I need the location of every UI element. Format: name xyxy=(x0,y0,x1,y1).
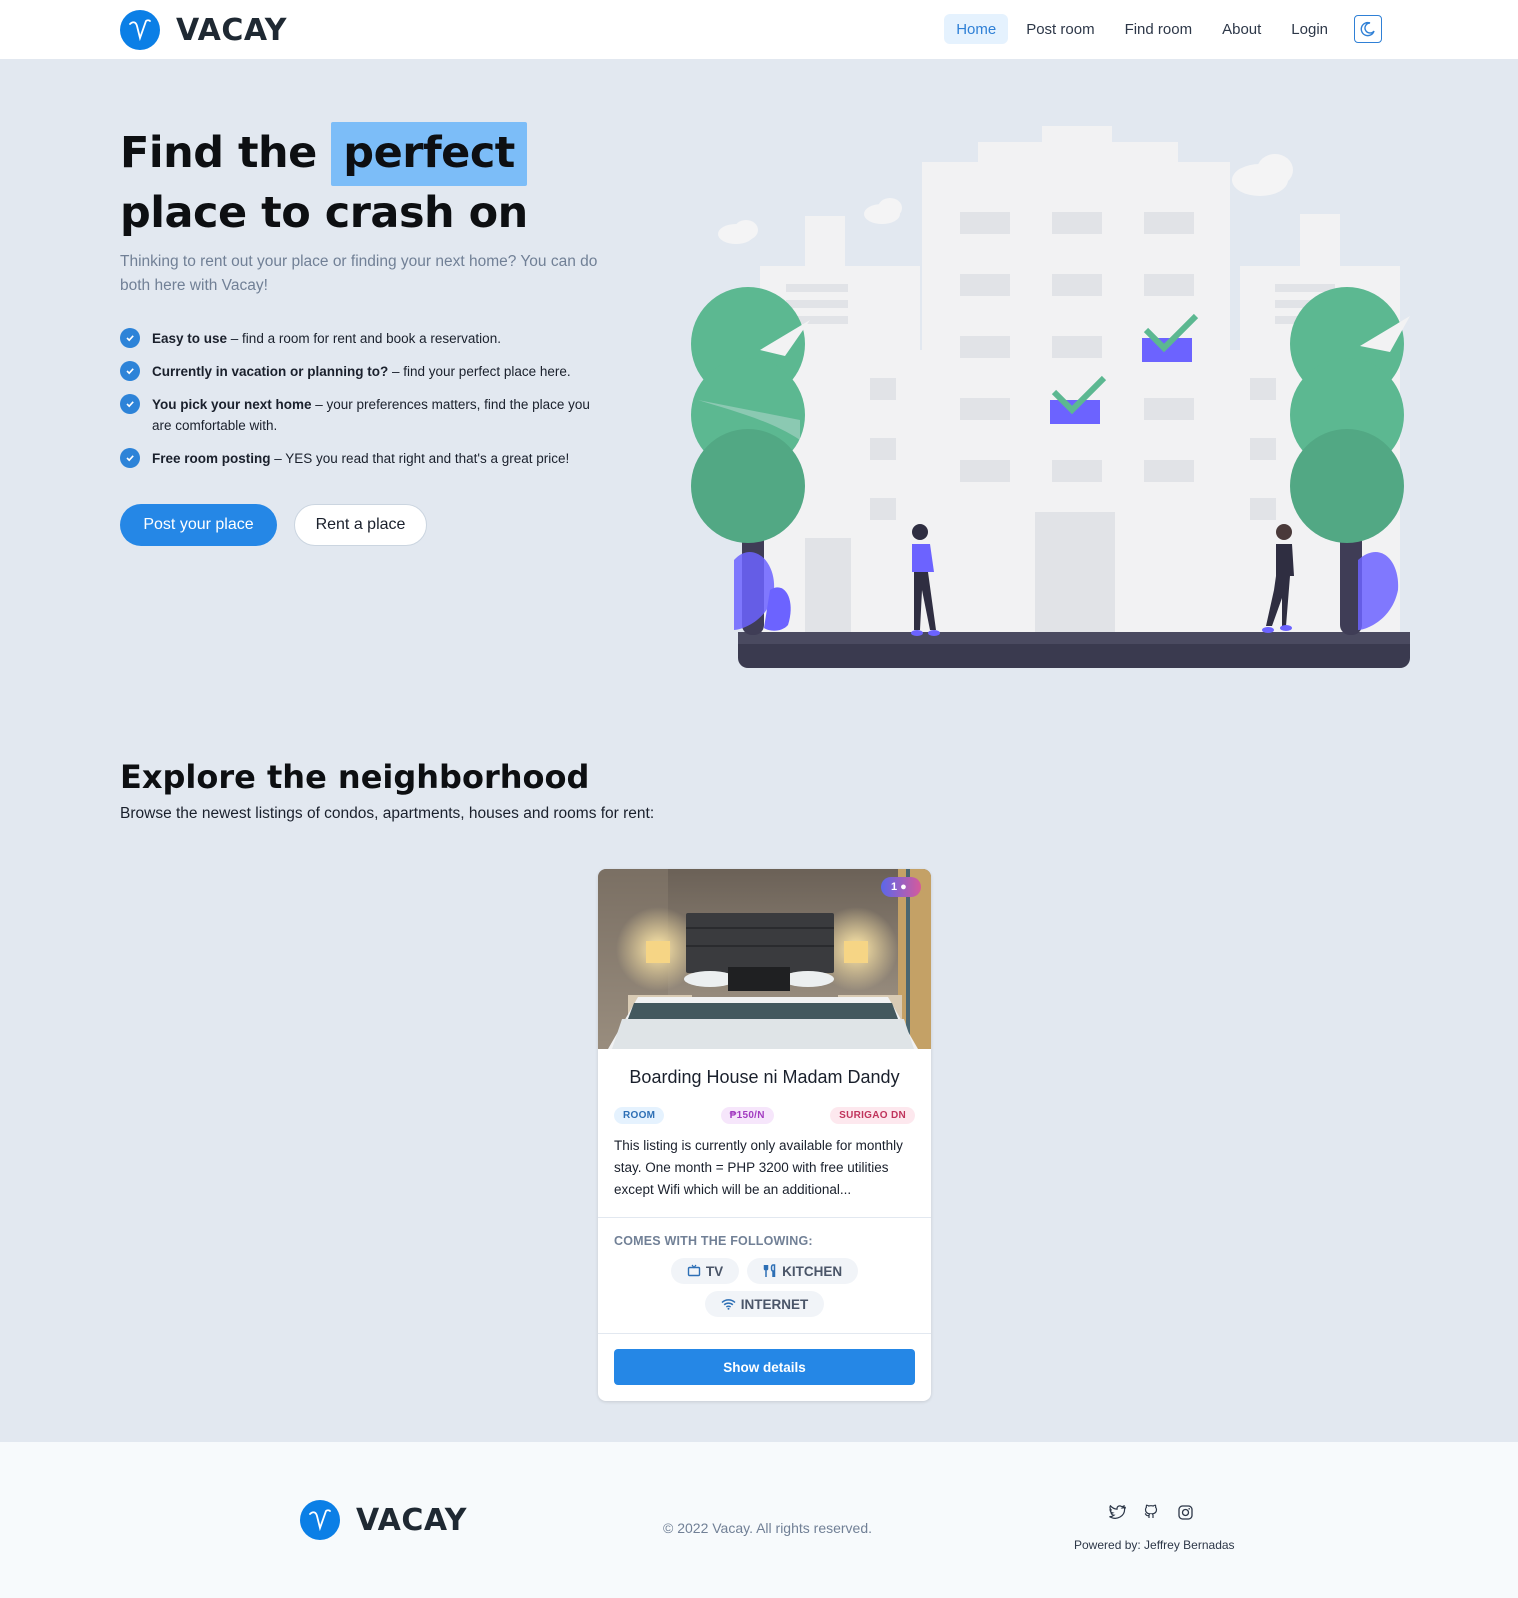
nav-post-room[interactable]: Post room xyxy=(1014,14,1106,44)
feature-item: Currently in vacation or planning to? – … xyxy=(120,361,600,382)
city-building-illustration xyxy=(691,126,1410,668)
brand-home-link[interactable]: VACAY xyxy=(120,10,287,50)
v-logo-icon xyxy=(120,10,160,50)
moon-icon xyxy=(1360,21,1375,37)
top-navbar: VACAY Home Post room Find room About Log… xyxy=(0,0,1518,60)
listing-type-tag: ROOM xyxy=(614,1107,665,1124)
feature-item: Easy to use – find a room for rent and b… xyxy=(120,328,600,349)
listing-title: Boarding House ni Madam Dandy xyxy=(629,1067,900,1087)
hero-title-prefix: Find the xyxy=(120,128,317,178)
explore-section-subtitle: Browse the newest listings of condos, ap… xyxy=(120,805,655,822)
v-logo-icon xyxy=(300,1500,340,1540)
post-your-place-button[interactable]: Post your place xyxy=(120,504,277,546)
check-circle-icon xyxy=(120,328,140,348)
hero-title-line2: place to crash on xyxy=(120,188,528,238)
listing-price-tag: ₱150/N xyxy=(720,1107,774,1124)
amenities-row: INTERNET xyxy=(598,1291,931,1317)
amenity-internet: INTERNET xyxy=(704,1291,825,1317)
amenity-kitchen: KITCHEN xyxy=(747,1258,859,1284)
listing-location-tag: SURIGAO DN xyxy=(830,1107,915,1124)
utensils-icon xyxy=(763,1264,776,1277)
show-details-button[interactable]: Show details xyxy=(614,1349,915,1385)
rent-a-place-button[interactable]: Rent a place xyxy=(294,504,427,546)
photo-count-badge: 1 ● xyxy=(881,877,921,897)
amenity-tv: TV xyxy=(670,1258,740,1284)
card-divider xyxy=(598,1333,931,1334)
wifi-icon xyxy=(721,1299,736,1310)
amenities-row: TV KITCHEN xyxy=(598,1258,931,1284)
tv-icon xyxy=(687,1264,701,1277)
feature-text: Currently in vacation or planning to? – … xyxy=(152,364,571,379)
feature-item: Free room posting – YES you read that ri… xyxy=(120,448,600,469)
amenities-title: COMES WITH THE FOLLOWING: xyxy=(614,1234,813,1248)
check-circle-icon xyxy=(120,361,140,381)
explore-section-title: Explore the neighborhood xyxy=(120,758,590,796)
feature-list: Easy to use – find a room for rent and b… xyxy=(120,328,600,481)
hero-subtitle: Thinking to rent out your place or findi… xyxy=(120,253,598,294)
feature-text: Easy to use – find a room for rent and b… xyxy=(152,331,501,346)
footer-brand-name: VACAY xyxy=(356,1502,467,1538)
listing-description: This listing is currently only available… xyxy=(614,1138,903,1197)
instagram-icon[interactable] xyxy=(1175,1502,1195,1522)
listing-card: 1 ● Boarding House ni Madam Dandy ROOM ₱… xyxy=(598,869,931,1401)
nav-find-room[interactable]: Find room xyxy=(1113,14,1205,44)
nav-login[interactable]: Login xyxy=(1279,14,1340,44)
social-links xyxy=(1107,1502,1195,1522)
hero-title-highlight: perfect xyxy=(331,122,527,186)
twitter-icon[interactable] xyxy=(1107,1502,1127,1522)
footer: VACAY © 2022 Vacay. All rights reserved.… xyxy=(0,1442,1518,1598)
card-divider xyxy=(598,1217,931,1218)
github-icon[interactable] xyxy=(1141,1502,1161,1522)
check-circle-icon xyxy=(120,448,140,468)
feature-text: You pick your next home – your preferenc… xyxy=(152,397,590,433)
nav-home[interactable]: Home xyxy=(944,14,1009,44)
camera-icon: ● xyxy=(900,881,907,893)
powered-by-text: Powered by: Jeffrey Bernadas xyxy=(1074,1538,1235,1552)
feature-item: You pick your next home – your preferenc… xyxy=(120,394,600,436)
theme-toggle-button[interactable] xyxy=(1354,15,1382,43)
nav-about[interactable]: About xyxy=(1210,14,1273,44)
hero-title: Find the perfect place to crash on xyxy=(120,122,528,240)
brand-name: VACAY xyxy=(176,12,287,48)
footer-brand[interactable]: VACAY xyxy=(300,1500,467,1540)
listing-photo[interactable] xyxy=(598,869,931,1049)
copyright-text: © 2022 Vacay. All rights reserved. xyxy=(663,1520,873,1536)
nav-links: Home Post room Find room About Login xyxy=(944,14,1382,44)
listing-tags: ROOM ₱150/N SURIGAO DN xyxy=(614,1107,915,1124)
feature-text: Free room posting – YES you read that ri… xyxy=(152,451,570,466)
check-circle-icon xyxy=(120,394,140,414)
